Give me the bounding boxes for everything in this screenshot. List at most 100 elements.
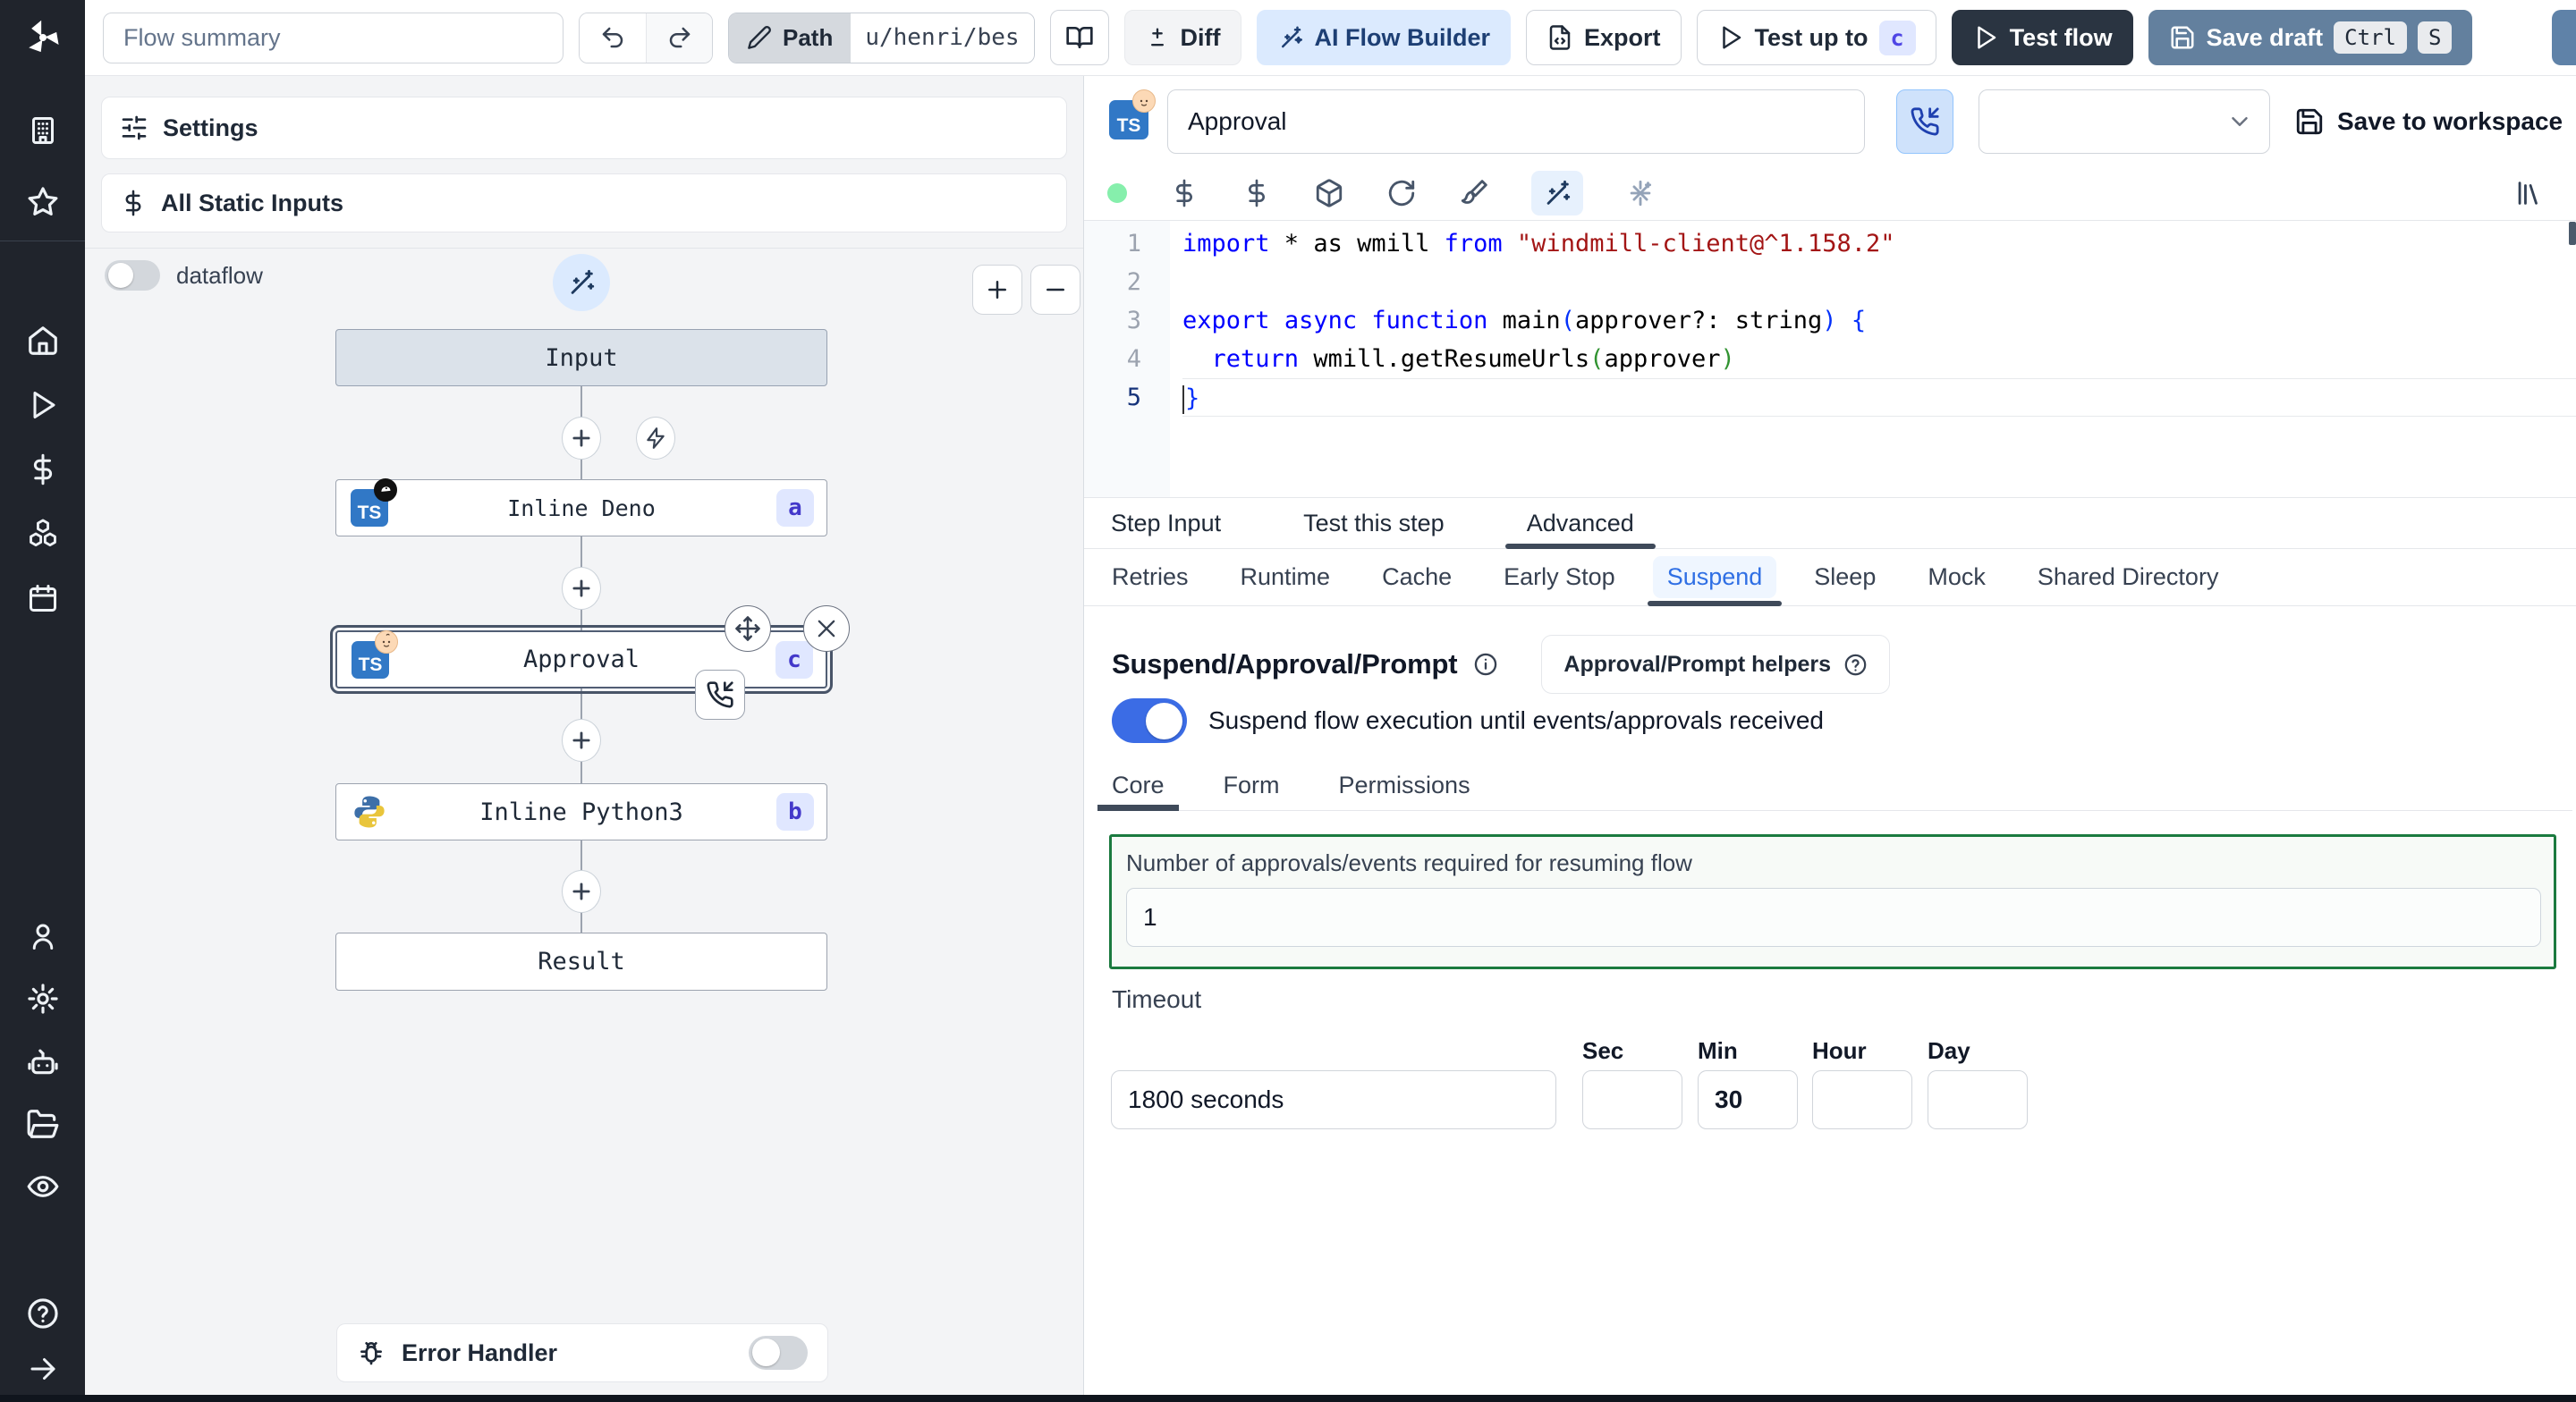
node-input[interactable]: Input bbox=[335, 329, 827, 386]
delete-node-button[interactable] bbox=[803, 605, 850, 652]
users-icon[interactable] bbox=[26, 919, 60, 953]
format-brush-icon[interactable] bbox=[1459, 178, 1489, 208]
diff-button[interactable]: Diff bbox=[1123, 10, 1241, 65]
all-static-inputs-button[interactable]: All Static Inputs bbox=[101, 173, 1067, 232]
workers-bot-icon[interactable] bbox=[26, 1044, 60, 1078]
subtab-suspend[interactable]: Suspend bbox=[1647, 549, 1782, 606]
dataflow-toggle[interactable] bbox=[105, 260, 160, 291]
schedules-calendar-icon[interactable] bbox=[26, 581, 60, 615]
subtab-shared-directory[interactable]: Shared Directory bbox=[2038, 549, 2219, 605]
zoom-out-button[interactable] bbox=[1030, 265, 1080, 315]
windmill-logo[interactable] bbox=[0, 0, 85, 76]
test-flow-label: Test flow bbox=[2009, 23, 2113, 51]
editor-code[interactable]: import * as wmill from "windmill-client@… bbox=[1170, 221, 2576, 497]
add-step-button-3[interactable] bbox=[562, 719, 601, 762]
approval-phone-badge[interactable] bbox=[695, 670, 745, 720]
subtab-early-stop[interactable]: Early Stop bbox=[1504, 549, 1615, 605]
undo-button[interactable] bbox=[580, 13, 646, 63]
add-step-button-1[interactable] bbox=[562, 417, 601, 460]
timeout-sec-input[interactable] bbox=[1582, 1070, 1682, 1129]
subtab-cache[interactable]: Cache bbox=[1382, 549, 1452, 605]
redo-icon bbox=[669, 27, 690, 48]
folders-icon[interactable] bbox=[26, 1107, 60, 1141]
flow-settings-label: Settings bbox=[163, 114, 258, 141]
subtab-retries[interactable]: Retries bbox=[1112, 549, 1189, 605]
approvals-required-input[interactable] bbox=[1126, 888, 2541, 947]
settings-gear-icon[interactable] bbox=[26, 982, 60, 1016]
suspend-toggle[interactable] bbox=[1112, 698, 1187, 743]
ai-wand-button[interactable] bbox=[553, 254, 610, 311]
export-label: Export bbox=[1584, 23, 1661, 51]
node-result[interactable]: Result bbox=[335, 933, 827, 991]
variables-icon[interactable] bbox=[1241, 178, 1272, 208]
package-icon[interactable] bbox=[1314, 178, 1344, 208]
path-control[interactable]: Path u/henri/bes bbox=[728, 12, 1035, 63]
tab-advanced[interactable]: Advanced bbox=[1504, 498, 1656, 549]
collapse-arrow-icon[interactable] bbox=[26, 1352, 60, 1386]
tab-step-input[interactable]: Step Input bbox=[1111, 498, 1221, 548]
ai-flow-builder-label: AI Flow Builder bbox=[1314, 23, 1491, 51]
runs-play-icon[interactable] bbox=[26, 388, 60, 422]
deploy-button-partial[interactable] bbox=[2552, 10, 2576, 65]
tab-permissions[interactable]: Permissions bbox=[1339, 760, 1470, 810]
approvals-required-label: Number of approvals/events required for … bbox=[1126, 849, 1692, 876]
add-step-button-2[interactable] bbox=[562, 567, 601, 610]
code-editor[interactable]: 12345 import * as wmill from "windmill-c… bbox=[1084, 221, 2576, 498]
reload-icon[interactable] bbox=[1386, 178, 1417, 208]
move-node-button[interactable] bbox=[724, 605, 771, 652]
workspace-building-icon[interactable] bbox=[26, 114, 60, 148]
phone-trigger-button[interactable] bbox=[1896, 89, 1953, 154]
ai-disabled-icon[interactable] bbox=[1625, 178, 1656, 208]
favorites-star-icon[interactable] bbox=[26, 185, 60, 219]
unit-hour-label: Hour bbox=[1812, 1037, 1867, 1064]
add-step-button-4[interactable] bbox=[562, 870, 601, 913]
tab-core[interactable]: Core bbox=[1097, 760, 1178, 811]
test-up-to-step-badge: c bbox=[1878, 20, 1916, 55]
resources-boxes-icon[interactable] bbox=[26, 517, 60, 551]
tab-test-this-step[interactable]: Test this step bbox=[1303, 498, 1445, 548]
save-to-workspace-button[interactable]: Save to workspace bbox=[2294, 89, 2563, 154]
node-approval-label: Approval bbox=[522, 646, 640, 673]
node-inline-deno[interactable]: TS Inline Deno a bbox=[335, 478, 827, 536]
ai-assist-wand-icon[interactable] bbox=[1531, 170, 1583, 215]
flow-summary-input[interactable] bbox=[103, 12, 564, 63]
export-button[interactable]: Export bbox=[1526, 10, 1682, 65]
ai-flow-builder-button[interactable]: AI Flow Builder bbox=[1256, 10, 1512, 65]
tab-form[interactable]: Form bbox=[1224, 760, 1280, 810]
approval-prompt-helpers-button[interactable]: Approval/Prompt helpers bbox=[1541, 635, 1891, 694]
flow-settings-button[interactable]: Settings bbox=[101, 97, 1067, 159]
save-draft-button[interactable]: Save draft Ctrl S bbox=[2148, 10, 2473, 65]
node-inline-python[interactable]: Inline Python3 b bbox=[335, 783, 827, 840]
timeout-hour-input[interactable] bbox=[1812, 1070, 1912, 1129]
node-inline-deno-label: Inline Deno bbox=[507, 494, 656, 521]
editor-toolbar bbox=[1084, 165, 2576, 221]
top-toolbar: Path u/henri/bes Diff AI Flow Builder Ex… bbox=[0, 0, 2576, 76]
editor-scrollbar-thumb[interactable] bbox=[2569, 222, 2576, 245]
timeout-min-input[interactable] bbox=[1698, 1070, 1798, 1129]
static-inputs-icon[interactable] bbox=[1169, 178, 1199, 208]
pencil-icon bbox=[748, 26, 771, 49]
timeout-day-input[interactable] bbox=[1928, 1070, 2028, 1129]
script-version-select[interactable] bbox=[1979, 89, 2270, 154]
language-status-dot bbox=[1107, 182, 1127, 203]
add-trigger-button[interactable] bbox=[636, 417, 675, 460]
subtab-sleep[interactable]: Sleep bbox=[1814, 549, 1876, 605]
error-handler-toggle[interactable] bbox=[749, 1336, 808, 1370]
test-up-to-button[interactable]: Test up to c bbox=[1696, 10, 1936, 65]
step-title-input[interactable] bbox=[1167, 89, 1865, 154]
help-icon[interactable] bbox=[26, 1296, 60, 1330]
library-icon[interactable] bbox=[2513, 178, 2544, 208]
subtab-runtime[interactable]: Runtime bbox=[1241, 549, 1331, 605]
home-icon[interactable] bbox=[26, 324, 60, 358]
docs-button[interactable] bbox=[1049, 10, 1109, 65]
timeout-input[interactable] bbox=[1111, 1070, 1556, 1129]
redo-button[interactable] bbox=[646, 13, 712, 63]
error-handler-row[interactable]: Error Handler bbox=[336, 1323, 828, 1382]
variables-dollar-icon[interactable] bbox=[26, 452, 60, 486]
bug-icon bbox=[360, 1342, 382, 1365]
audit-eye-icon[interactable] bbox=[26, 1170, 60, 1204]
save-draft-label: Save draft bbox=[2206, 23, 2324, 51]
subtab-mock[interactable]: Mock bbox=[1928, 549, 1986, 605]
test-flow-button[interactable]: Test flow bbox=[1951, 10, 2133, 65]
zoom-in-button[interactable] bbox=[972, 265, 1022, 315]
